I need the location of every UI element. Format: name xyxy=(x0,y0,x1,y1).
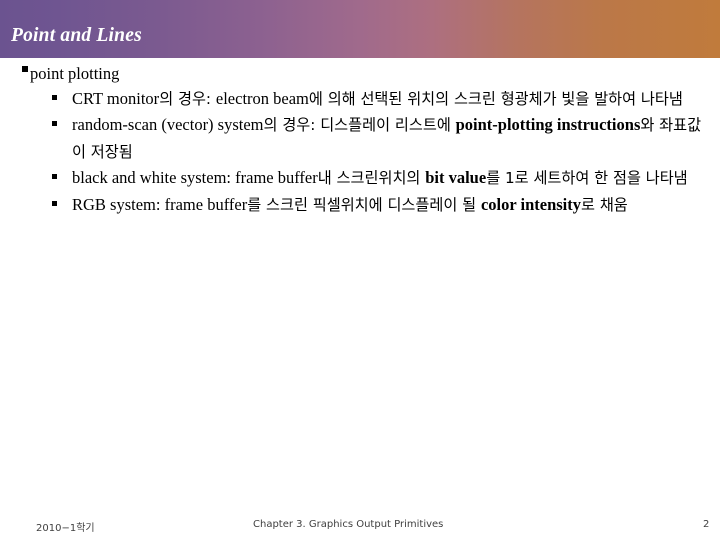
text-run: electron beam xyxy=(215,89,309,108)
slide: Point and Lines point plotting CRT monit… xyxy=(0,0,720,540)
footer-semester-label: 2010−1학기 xyxy=(36,523,95,534)
bullet-item-level2-label: random-scan (vector) system의 경우: 디스플레이 리… xyxy=(72,112,706,165)
bullet-item-level2-label: RGB system: frame buffer를 스크린 픽셀위치에 디스플레… xyxy=(72,192,706,218)
slide-body: point plotting CRT monitor의 경우: electron… xyxy=(0,58,720,490)
text-run: 를 스크린 픽셀위치에 디스플레이 될 xyxy=(247,195,481,214)
page-title: Point and Lines xyxy=(11,25,142,46)
text-run: bit value xyxy=(425,168,487,188)
text-run: 내 스크린위치의 xyxy=(317,169,426,188)
bullet-item-level2-label: black and white system: frame buffer내 스크… xyxy=(72,165,706,191)
slide-footer: 2010−1학기 Chapter 3. Graphics Output Prim… xyxy=(0,504,720,540)
bullet-item-level2-label: CRT monitor의 경우: electron beam에 의해 선택된 위… xyxy=(72,86,706,112)
bullet-item-level1-label: point plotting xyxy=(30,64,120,83)
text-run: 를 1로 세트하여 한 점을 나타냄 xyxy=(486,169,688,188)
bullet-item-level1: point plotting xyxy=(0,58,720,86)
text-run: 의 경우: 디스플레이 리스트에 xyxy=(263,116,456,135)
text-run: point-plotting instructions xyxy=(455,115,641,135)
text-run: 에 의해 선택된 위치의 스크린 형광체가 빛을 발하여 나타냄 xyxy=(308,90,683,108)
square-bullet-icon xyxy=(52,174,57,180)
text-run: 로 채움 xyxy=(581,195,628,214)
text-run: RGB system: frame buffer xyxy=(72,194,248,214)
page-number: 2 xyxy=(703,519,710,530)
bullet-item-level2: black and white system: frame buffer내 스크… xyxy=(0,165,720,191)
bullet-item-level2: RGB system: frame buffer를 스크린 픽셀위치에 디스플레… xyxy=(0,192,720,218)
text-run: CRT monitor xyxy=(72,89,160,108)
slide-header-band: Point and Lines xyxy=(0,0,720,58)
square-bullet-icon xyxy=(52,121,57,127)
text-run: random-scan (vector) system xyxy=(72,115,264,135)
text-run: color intensity xyxy=(480,194,582,214)
bullet-item-level2: random-scan (vector) system의 경우: 디스플레이 리… xyxy=(0,112,720,165)
text-run: 의 경우: xyxy=(159,90,216,108)
square-bullet-icon xyxy=(22,66,28,72)
square-bullet-icon xyxy=(52,95,57,100)
bullet-item-level2: CRT monitor의 경우: electron beam에 의해 선택된 위… xyxy=(0,86,720,112)
text-run: black and white system: frame buffer xyxy=(72,168,318,188)
square-bullet-icon xyxy=(52,200,57,206)
footer-chapter-label: Chapter 3. Graphics Output Primitives xyxy=(253,519,444,530)
